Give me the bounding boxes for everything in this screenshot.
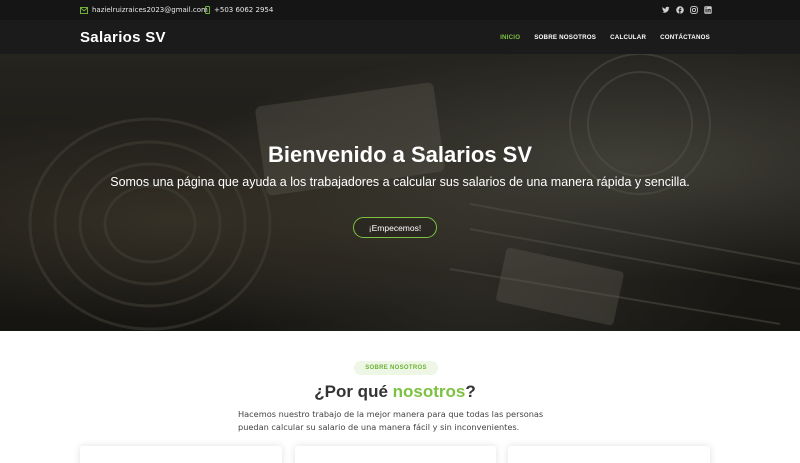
- instagram-icon[interactable]: [690, 6, 698, 14]
- about-title-prefix: ¿Por qué: [314, 382, 393, 401]
- facebook-icon[interactable]: [676, 6, 684, 14]
- hero-title: Bienvenido a Salarios SV: [267, 142, 533, 167]
- brand-logo[interactable]: Salarios SV: [80, 20, 166, 54]
- contact-phone[interactable]: +503 6062 2954: [205, 0, 273, 20]
- about-text: Hacemos nuestro trabajo de la mejor mane…: [238, 409, 544, 432]
- nav-menu: INICIO SOBRE NOSOTROS CALCULAR CONTÁCTAN…: [500, 20, 710, 54]
- hero-subtitle: Somos una página que ayuda a los trabaja…: [110, 175, 690, 189]
- nav-item-sobre-nosotros[interactable]: SOBRE NOSOTROS: [534, 34, 596, 41]
- top-bar: hazielruizraices2023@gmail.com +503 6062…: [0, 0, 800, 20]
- about-title: ¿Por qué nosotros?: [0, 382, 790, 402]
- contact-email[interactable]: hazielruizraices2023@gmail.com: [80, 0, 208, 20]
- phone-text: +503 6062 2954: [214, 6, 274, 14]
- social-links: [662, 0, 712, 20]
- twitter-icon[interactable]: [662, 6, 670, 14]
- get-started-button[interactable]: ¡Empecemos!: [353, 217, 437, 238]
- hero-section: Bienvenido a Salarios SV Somos una págin…: [0, 54, 800, 331]
- envelope-icon: [80, 6, 88, 14]
- email-text: hazielruizraices2023@gmail.com: [92, 6, 208, 14]
- about-title-highlight: nosotros: [392, 382, 466, 401]
- phone-icon: [205, 6, 210, 14]
- main-navbar: Salarios SV INICIO SOBRE NOSOTROS CALCUL…: [0, 20, 800, 54]
- linkedin-icon[interactable]: [704, 6, 712, 14]
- feature-card: [80, 446, 282, 463]
- nav-item-inicio[interactable]: INICIO: [500, 34, 520, 41]
- feature-card: [508, 446, 710, 463]
- nav-item-calcular[interactable]: CALCULAR: [610, 34, 646, 41]
- feature-card: [295, 446, 496, 463]
- nav-item-contactanos[interactable]: CONTÁCTANOS: [660, 34, 710, 41]
- hero-overlay: [0, 54, 800, 331]
- about-title-suffix: ?: [465, 382, 476, 401]
- section-badge: SOBRE NOSOTROS: [354, 361, 438, 375]
